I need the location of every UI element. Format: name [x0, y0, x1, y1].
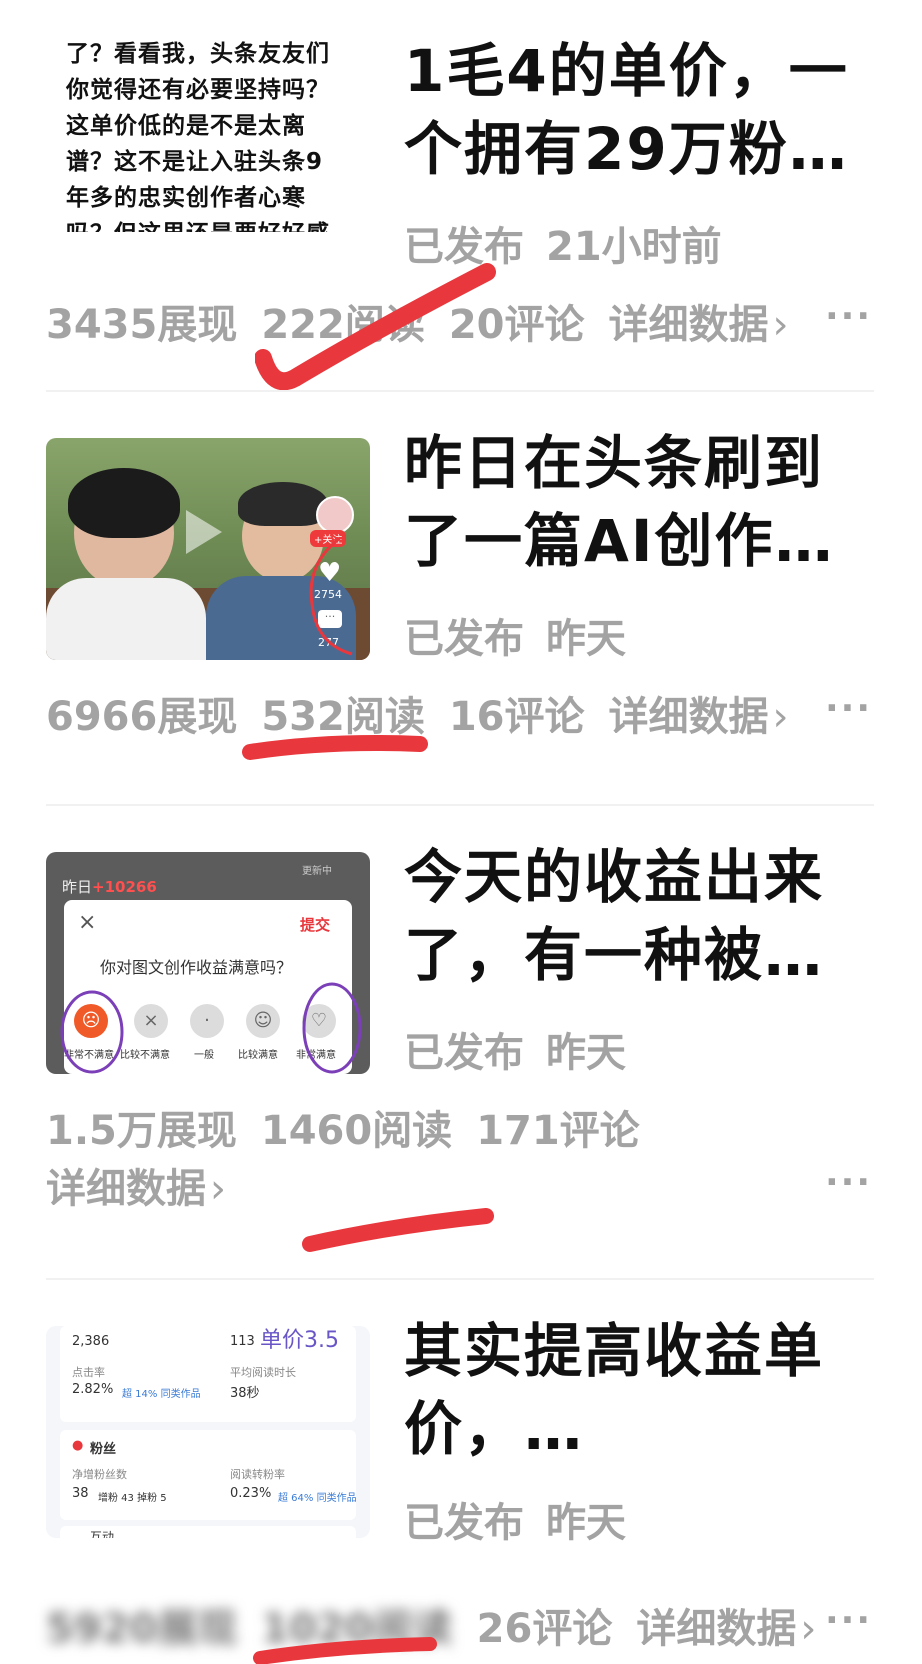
status-label: 已发布 [404, 1030, 524, 1076]
article-stats: 1.5万展现 1460阅读 171评论 [46, 1098, 664, 1156]
article-title[interactable]: 今天的收益出来 了，有一种被… [404, 838, 874, 994]
impressions-count-blurred: 5920展现 [46, 1606, 238, 1652]
article-item-2[interactable]: +关注 ♥ 2754 ··· 277 昨日在头条刷到 了一篇AI创作… 已发布昨… [0, 392, 922, 802]
reads-count: 222阅读 [261, 302, 425, 348]
publish-time: 昨天 [546, 1500, 626, 1546]
comments-count: 26评论 [476, 1606, 613, 1652]
article-title[interactable]: 其实提高收益单 价，… [404, 1284, 874, 1468]
reads-count-blurred: 1020阅读 [261, 1606, 453, 1652]
thumb-text-line: 了？看看我，头条友友们 [66, 41, 330, 67]
dizzy-face-icon[interactable]: × [134, 1004, 168, 1038]
article-meta: 已发布 21小时前 [404, 214, 722, 272]
angry-face-icon[interactable]: ☹ [74, 1004, 108, 1038]
article-stats: 5920展现 1020阅读 26评论 详细数据 › [46, 1596, 816, 1654]
heart-icon: ♥ [318, 558, 342, 588]
thumb-text-line: 谱？这不是让入驻头条9 [66, 149, 324, 175]
article-thumbnail[interactable]: 昨日+10266 更新中 × 提交 你对图文创作收益满意吗？ ☹ × · ☺ ♡… [46, 852, 370, 1074]
chevron-right-icon: › [210, 1166, 226, 1212]
publish-time: 21小时前 [546, 224, 722, 270]
article-thumbnail[interactable]: 2,386 113 单价3.5 点击率 平均阅读时长 2.82% 超 14% 同… [46, 1326, 370, 1538]
love-face-icon[interactable]: ♡ [302, 1004, 336, 1038]
article-thumbnail[interactable]: +关注 ♥ 2754 ··· 277 [46, 438, 370, 660]
article-meta: 已发布 昨天 [404, 1490, 626, 1548]
chevron-right-icon: › [772, 302, 789, 348]
impressions-count: 1.5万展现 [46, 1108, 237, 1154]
article-title[interactable]: 昨日在头条刷到 了一篇AI创作… [404, 424, 874, 580]
impressions-count: 3435展现 [46, 302, 238, 348]
annotation-underline [302, 1208, 494, 1252]
comments-count: 20评论 [448, 302, 585, 348]
submit-button[interactable]: 提交 [300, 914, 330, 935]
more-options-button[interactable]: ··· [825, 296, 872, 337]
article-item-1[interactable]: 了？看看我，头条友友们 你觉得还有必要坚持吗？ 这单价低的是不是太离 谱？这不是… [0, 0, 922, 391]
article-meta: 已发布 昨天 [404, 606, 626, 664]
more-options-button[interactable]: ··· [825, 1600, 872, 1641]
follow-badge: +关注 [310, 530, 347, 547]
article-thumbnail[interactable]: 了？看看我，头条友友们 你觉得还有必要坚持吗？ 这单价低的是不是太离 谱？这不是… [46, 0, 370, 232]
status-label: 已发布 [404, 1500, 524, 1546]
publish-time: 昨天 [546, 1030, 626, 1076]
more-options-button[interactable]: ··· [825, 688, 872, 729]
user-icon: ● [72, 1438, 84, 1453]
article-stats: 6966展现 532阅读 16评论 详细数据 › [46, 684, 789, 742]
details-link[interactable]: 详细数据 › [609, 694, 789, 740]
comments-count: 16评论 [448, 694, 585, 740]
play-icon [186, 510, 222, 554]
details-link[interactable]: 详细数据 › [46, 1156, 226, 1214]
comments-count: 171评论 [476, 1108, 640, 1154]
neutral-face-icon[interactable]: · [190, 1004, 224, 1038]
comments-count-thumb: 277 [318, 636, 339, 649]
thumb-text-line: 吗？但这里还是要好好感 [66, 214, 330, 232]
article-item-3[interactable]: 昨日+10266 更新中 × 提交 你对图文创作收益满意吗？ ☹ × · ☺ ♡… [0, 806, 922, 1276]
comment-icon: ··· [318, 610, 342, 628]
status-label: 已发布 [404, 224, 524, 270]
details-link[interactable]: 详细数据 › [636, 1606, 816, 1652]
survey-question: 你对图文创作收益满意吗？ [100, 958, 293, 977]
impressions-count: 6966展现 [46, 694, 238, 740]
chevron-right-icon: › [800, 1606, 817, 1652]
status-label: 已发布 [404, 616, 524, 662]
article-stats: 3435展现 222阅读 20评论 详细数据 › [46, 292, 789, 350]
article-meta: 已发布 昨天 [404, 1020, 626, 1078]
reads-count: 1460阅读 [260, 1108, 453, 1154]
article-title[interactable]: 1毛4的单价，一 个拥有29万粉… [404, 32, 874, 188]
close-icon[interactable]: × [78, 910, 96, 935]
reads-count: 532阅读 [261, 694, 425, 740]
article-item-4[interactable]: 2,386 113 单价3.5 点击率 平均阅读时长 2.82% 超 14% 同… [0, 1280, 922, 1664]
likes-count: 2754 [314, 588, 342, 601]
details-link[interactable]: 详细数据 › [609, 302, 789, 348]
chevron-right-icon: › [772, 694, 789, 740]
publish-time: 昨天 [546, 616, 626, 662]
avatar [316, 496, 354, 534]
thumb-text-line: 这单价低的是不是太离 [66, 113, 306, 139]
grin-face-icon[interactable]: ☺ [246, 1004, 280, 1038]
more-options-button[interactable]: ··· [825, 1162, 872, 1203]
thumb-text-line: 年多的忠实创作者心寒 [66, 185, 306, 211]
thumb-text-line: 你觉得还有必要坚持吗？ [66, 77, 330, 103]
